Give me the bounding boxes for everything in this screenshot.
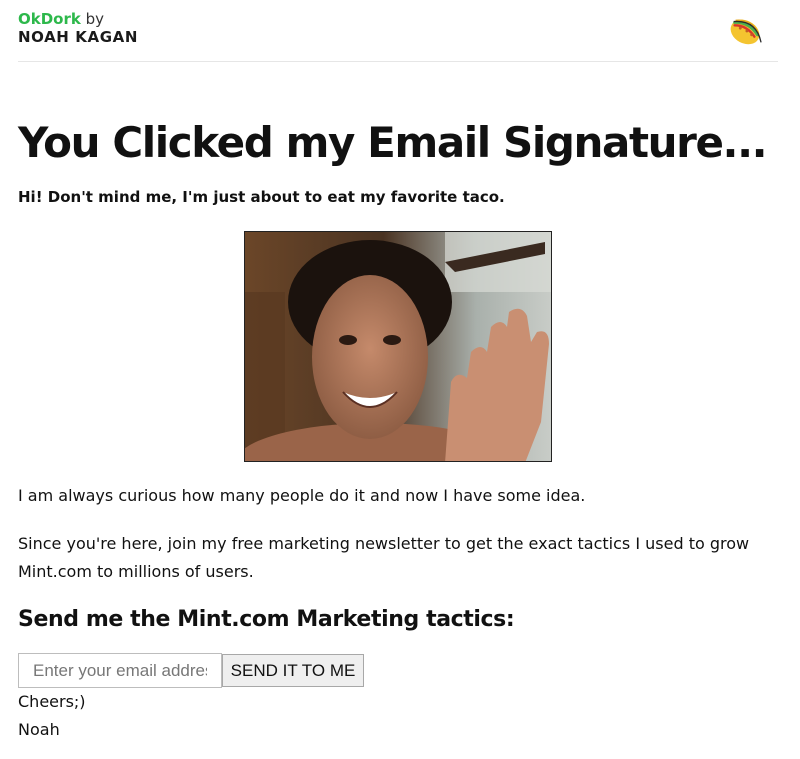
site-header: OkDork by NOAH KAGAN (18, 0, 778, 62)
brand-okdork: OkDork (18, 10, 81, 28)
brand-line: OkDork by (18, 10, 138, 28)
signup-heading: Send me the Mint.com Marketing tactics: (18, 607, 515, 632)
paragraph-curiosity: I am always curious how many people do i… (18, 486, 586, 505)
send-it-to-me-button[interactable]: SEND IT TO ME (222, 654, 364, 687)
waving-person-photo (244, 231, 552, 462)
taco-icon[interactable] (726, 14, 764, 48)
page-title: You Clicked my Email Signature... (18, 118, 768, 167)
intro-text: Hi! Don't mind me, I'm just about to eat… (18, 188, 505, 206)
brand-by: by (85, 10, 105, 28)
signoff-name: Noah (18, 720, 60, 739)
signoff-cheers: Cheers;) (18, 692, 86, 711)
email-input[interactable] (18, 653, 222, 688)
brand-author-name: NOAH KAGAN (18, 28, 138, 46)
brand-logo-link[interactable]: OkDork by NOAH KAGAN (18, 10, 138, 46)
paragraph-newsletter: Since you're here, join my free marketin… (18, 534, 750, 581)
